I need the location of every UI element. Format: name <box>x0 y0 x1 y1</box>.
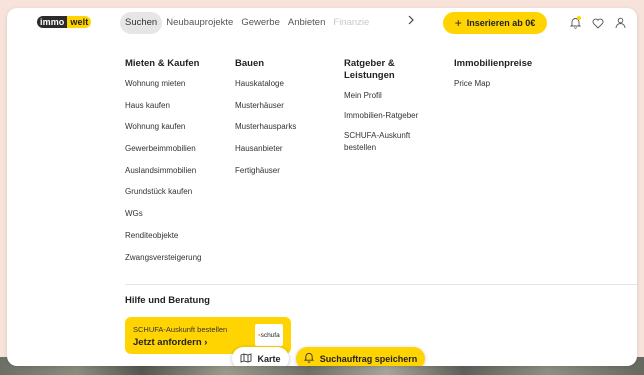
menu-link-line2: bestellen <box>344 143 377 152</box>
menu-link-auslandsimmobilien[interactable]: Auslandsimmobilien <box>125 166 201 176</box>
user-icon[interactable] <box>613 16 627 30</box>
column-heading: Mieten & Kaufen <box>125 58 200 69</box>
schufa-logo: • schufa <box>255 324 283 346</box>
nav-item-gewerbe[interactable]: Gewerbe <box>237 12 284 34</box>
menu-link-renditeobjekte[interactable]: Renditeobjekte <box>125 231 201 241</box>
menu-link-hausanbieter[interactable]: Hausanbieter <box>235 144 296 154</box>
menu-link-gewerbeimmobilien[interactable]: Gewerbeimmobilien <box>125 144 201 154</box>
menu-column-mieten-kaufen: Mieten & Kaufen Wohnung mieten Haus kauf… <box>125 58 201 274</box>
menu-link-immobilien-ratgeber[interactable]: Immobilien-Ratgeber <box>344 111 418 121</box>
main-nav: Suchen Neubauprojekte Gewerbe Anbieten F… <box>120 12 373 34</box>
immowelt-logo[interactable]: immo welt <box>37 16 92 28</box>
help-section-title: Hilfe und Beratung <box>125 295 210 306</box>
bell-icon <box>303 352 314 365</box>
menu-link-schufa-auskunft[interactable]: SCHUFA-Auskunft bestellen <box>344 131 418 153</box>
menu-link-musterhaeuser[interactable]: Musterhäuser <box>235 101 296 111</box>
bell-icon[interactable] <box>568 16 582 30</box>
map-view-button[interactable]: Karte <box>232 347 289 366</box>
column-heading-line2: Leistungen <box>344 70 395 81</box>
map-view-label: Karte <box>257 353 281 364</box>
nav-item-neubauprojekte[interactable]: Neubauprojekte <box>162 12 237 34</box>
schufa-card-text: SCHUFA-Auskunft bestellen <box>133 325 228 334</box>
menu-column-bauen: Bauen Hauskataloge Musterhäuser Musterha… <box>235 58 296 187</box>
nav-item-suchen[interactable]: Suchen <box>120 12 163 34</box>
menu-link-wohnung-kaufen[interactable]: Wohnung kaufen <box>125 122 201 132</box>
logo-part-welt: welt <box>67 16 92 28</box>
schufa-logo-text: schufa <box>260 331 280 339</box>
menu-link-wohnung-mieten[interactable]: Wohnung mieten <box>125 79 201 89</box>
chevron-right-icon: › <box>204 337 208 348</box>
schufa-card-cta: Jetzt anfordern › <box>133 337 207 348</box>
menu-link-zwangsversteigerung[interactable]: Zwangsversteigerung <box>125 253 201 263</box>
save-search-button[interactable]: Suchauftrag speichern <box>296 347 425 366</box>
notification-dot <box>577 16 581 20</box>
save-search-label: Suchauftrag speichern <box>319 353 418 364</box>
column-heading: Immobilienpreise <box>454 58 533 69</box>
column-heading: Bauen <box>235 58 265 69</box>
column-heading-line1: Ratgeber & <box>344 58 395 69</box>
menu-column-immobilienpreise: Immobilienpreise Price Map <box>454 58 532 101</box>
menu-link-grundstueck-kaufen[interactable]: Grundstück kaufen <box>125 187 201 197</box>
section-divider <box>125 284 637 285</box>
menu-link-wgs[interactable]: WGs <box>125 209 201 219</box>
menu-link-fertighaeuser[interactable]: Fertighäuser <box>235 166 296 176</box>
heart-icon[interactable] <box>591 16 605 30</box>
logo-part-immo: immo <box>37 16 68 28</box>
menu-link-hauskataloge[interactable]: Hauskataloge <box>235 79 296 89</box>
chevron-right-icon[interactable] <box>404 14 418 28</box>
menu-link-musterhausparks[interactable]: Musterhausparks <box>235 122 296 132</box>
navigation-panel: immo welt Suchen Neubauprojekte Gewerbe A… <box>7 8 637 366</box>
plus-icon: + <box>454 16 462 30</box>
header: immo welt Suchen Neubauprojekte Gewerbe A… <box>7 8 637 38</box>
insert-listing-label: Inserieren ab 0€ <box>466 18 536 28</box>
column-heading: Ratgeber & Leistungen <box>344 58 418 82</box>
menu-link-mein-profil[interactable]: Mein Profil <box>344 91 418 101</box>
map-icon <box>240 352 252 365</box>
menu-link-line1: SCHUFA-Auskunft <box>344 131 411 140</box>
menu-column-ratgeber: Ratgeber & Leistungen Mein Profil Immobi… <box>344 58 418 163</box>
menu-link-haus-kaufen[interactable]: Haus kaufen <box>125 101 201 111</box>
insert-listing-button[interactable]: + Inserieren ab 0€ <box>443 12 547 34</box>
nav-item-finanzieren[interactable]: Finanzie <box>329 12 373 34</box>
menu-link-price-map[interactable]: Price Map <box>454 79 532 89</box>
schufa-card-cta-label: Jetzt anfordern <box>133 337 202 348</box>
nav-item-anbieten[interactable]: Anbieten <box>284 12 330 34</box>
